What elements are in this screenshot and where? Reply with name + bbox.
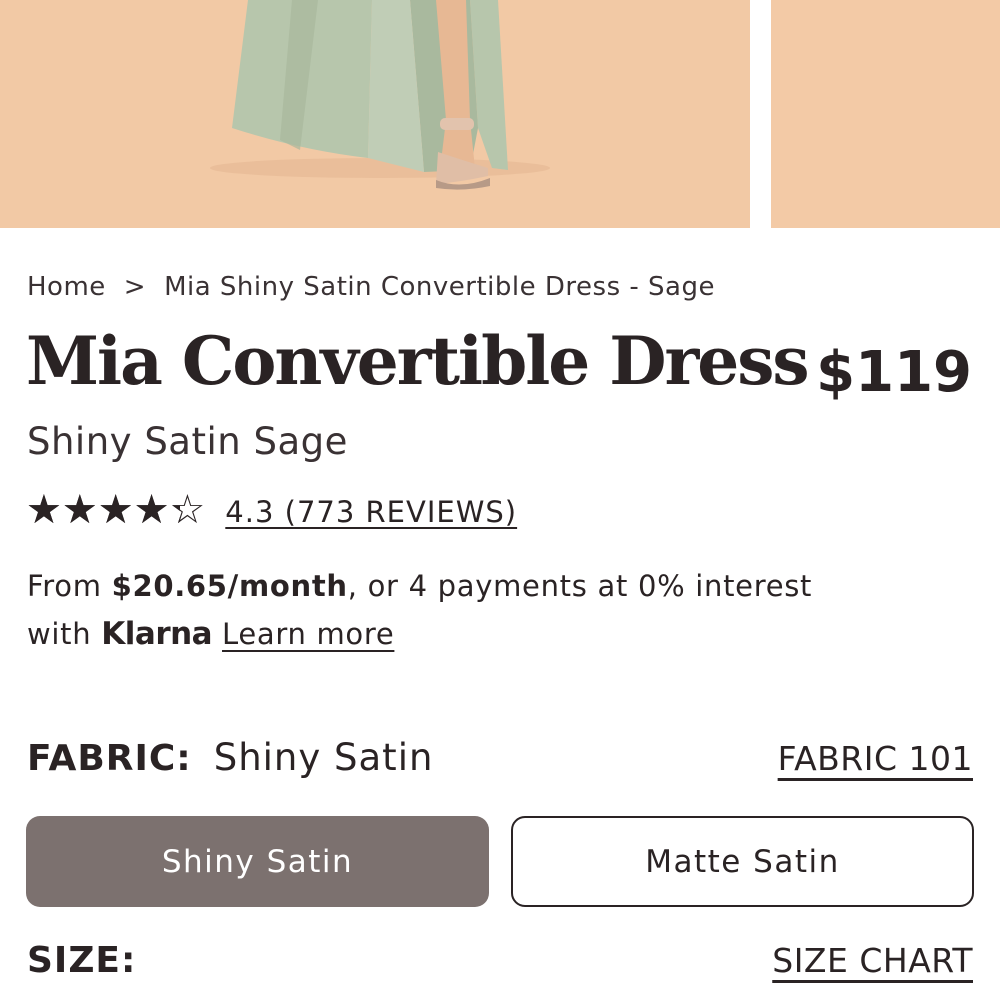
fabric-row: FABRIC: Shiny Satin FABRIC 101 <box>27 736 973 779</box>
fabric-option-matte-satin[interactable]: Matte Satin <box>511 816 974 907</box>
fabric-selected-value: Shiny Satin <box>213 736 434 779</box>
product-price: $119 <box>816 340 972 405</box>
product-photo-main[interactable] <box>0 0 750 228</box>
product-rating: ☆☆☆☆☆ ★★★★★ 4.3 (773 REVIEWS) <box>26 490 517 534</box>
klarna-financing-message: From $20.65/month, or 4 payments at 0% i… <box>27 562 967 658</box>
fabric-label: FABRIC: <box>27 738 192 779</box>
breadcrumb-home-link[interactable]: Home <box>27 272 106 302</box>
breadcrumb-separator: > <box>123 272 147 302</box>
klarna-logo: Klarna <box>101 616 213 652</box>
klarna-monthly-amount: $20.65/month <box>111 569 348 603</box>
breadcrumb-current: Mia Shiny Satin Convertible Dress - Sage <box>164 272 715 302</box>
product-image-gallery[interactable] <box>0 0 1000 228</box>
size-label: SIZE: <box>27 940 137 981</box>
product-subtitle: Shiny Satin Sage <box>27 420 348 463</box>
fabric-option-shiny-satin[interactable]: Shiny Satin <box>26 816 489 907</box>
klarna-payments-text: , or 4 payments at 0% interest <box>347 569 813 603</box>
klarna-with-text: with <box>27 617 102 651</box>
fabric-label-group: FABRIC: Shiny Satin <box>27 736 433 779</box>
breadcrumb: Home > Mia Shiny Satin Convertible Dress -… <box>27 272 715 302</box>
size-row: SIZE: SIZE CHART <box>27 940 973 981</box>
product-title: Mia Convertible Dress <box>26 322 810 400</box>
star-rating-icons: ☆☆☆☆☆ ★★★★★ <box>26 490 205 534</box>
klarna-from-text: From <box>27 569 112 603</box>
reviews-link[interactable]: 4.3 (773 REVIEWS) <box>225 495 517 529</box>
klarna-learn-more-link[interactable]: Learn more <box>222 617 394 651</box>
fabric-101-link[interactable]: FABRIC 101 <box>778 739 973 778</box>
product-photo-next[interactable] <box>771 0 1000 228</box>
star-filled-icons: ★★★★★ <box>26 490 180 530</box>
size-chart-link[interactable]: SIZE CHART <box>772 941 973 980</box>
dress-photo-illustration <box>0 0 750 228</box>
